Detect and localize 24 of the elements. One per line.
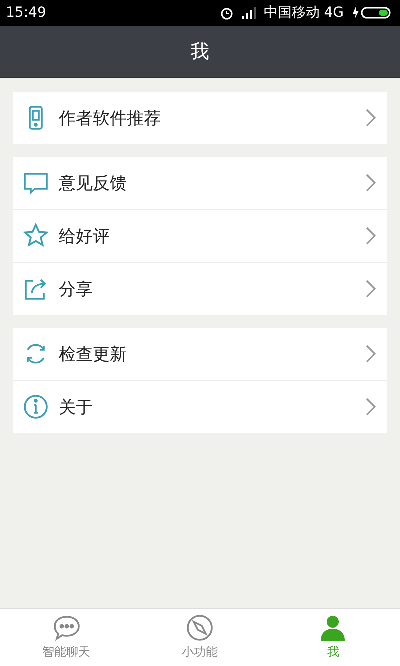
menu-item[interactable]: 关于 bbox=[13, 380, 387, 433]
chevron-right-icon bbox=[365, 173, 377, 193]
alarm-icon bbox=[220, 6, 234, 20]
menu-item[interactable]: 意见反馈 bbox=[13, 157, 387, 209]
signal-icon bbox=[242, 7, 256, 19]
compass-icon bbox=[184, 614, 215, 642]
carrier-label: 中国移动 4G bbox=[264, 4, 344, 22]
status-time: 15:49 bbox=[6, 5, 46, 21]
chat-bubble-icon bbox=[52, 614, 82, 642]
chevron-right-icon bbox=[365, 226, 377, 246]
chevron-right-icon bbox=[365, 397, 377, 417]
star-icon bbox=[23, 223, 49, 249]
menu-item[interactable]: 分享 bbox=[13, 262, 387, 315]
chevron-right-icon bbox=[365, 108, 377, 128]
chat-icon bbox=[23, 170, 49, 196]
chevron-right-icon bbox=[365, 279, 377, 299]
tab[interactable]: 小功能 bbox=[133, 609, 267, 666]
menu-item[interactable]: 作者软件推荐 bbox=[13, 92, 387, 144]
menu-item[interactable]: 检查更新 bbox=[13, 328, 387, 380]
header-title: 我 bbox=[190, 40, 210, 64]
chevron-right-icon bbox=[365, 344, 377, 364]
tab[interactable]: 智能聊天 bbox=[0, 609, 134, 666]
info-icon bbox=[23, 394, 49, 420]
menu-item[interactable]: 给好评 bbox=[13, 209, 387, 262]
